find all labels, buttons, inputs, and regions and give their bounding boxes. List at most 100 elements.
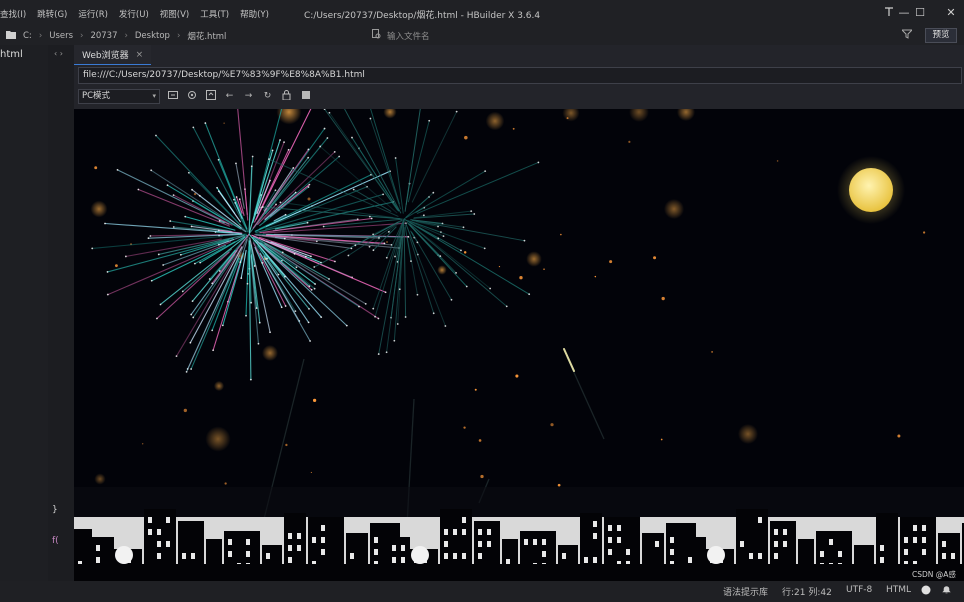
bokeh-light bbox=[383, 109, 397, 119]
spark-tip bbox=[358, 305, 360, 308]
building-window bbox=[350, 553, 354, 559]
status-position[interactable]: 行:21 列:42 bbox=[782, 585, 832, 598]
status-language[interactable]: HTML bbox=[886, 585, 911, 595]
url-input[interactable]: file:///C:/Users/20737/Desktop/%E7%83%9F… bbox=[78, 67, 962, 84]
spark-tip bbox=[537, 161, 540, 164]
maximize-button[interactable]: ☐ bbox=[913, 6, 927, 20]
code-fragment: f( bbox=[52, 536, 59, 546]
back-icon[interactable]: ← bbox=[223, 90, 236, 103]
menu-find[interactable]: 查找(I) bbox=[0, 8, 26, 20]
spark-tip bbox=[192, 126, 195, 129]
status-indicator-icon[interactable] bbox=[921, 585, 931, 598]
refresh-icon[interactable]: ↻ bbox=[261, 90, 274, 103]
building-window bbox=[783, 541, 787, 547]
ember bbox=[661, 296, 665, 301]
spark-tip bbox=[439, 255, 442, 258]
building-window bbox=[374, 537, 378, 543]
bokeh-light bbox=[262, 345, 278, 361]
lock-icon[interactable] bbox=[280, 90, 293, 103]
building-window bbox=[608, 525, 612, 531]
tab-web-browser[interactable]: Web浏览器 × bbox=[74, 45, 152, 65]
building-window bbox=[942, 541, 946, 547]
spark-tip bbox=[261, 206, 264, 208]
building-window bbox=[904, 549, 908, 555]
ember bbox=[711, 350, 714, 353]
firework-spark bbox=[253, 236, 360, 308]
building-window bbox=[182, 553, 186, 559]
breadcrumb-item[interactable]: Users bbox=[49, 31, 73, 41]
menu-view[interactable]: 视图(V) bbox=[160, 8, 189, 20]
menu-run[interactable]: 运行(R) bbox=[78, 8, 108, 20]
spark-tip bbox=[187, 171, 190, 174]
explorer-file-item[interactable]: html bbox=[0, 49, 23, 60]
spark-tip bbox=[192, 316, 195, 319]
spark-tip bbox=[368, 245, 371, 248]
spark-tip bbox=[293, 252, 296, 255]
menu-publish[interactable]: 发行(U) bbox=[119, 8, 149, 20]
filter-icon[interactable] bbox=[900, 29, 914, 42]
preview-button[interactable]: 预览 bbox=[925, 28, 957, 43]
spark-tip bbox=[455, 271, 457, 274]
building-window bbox=[593, 533, 597, 539]
status-hint[interactable]: 语法提示库 bbox=[723, 585, 768, 598]
building-window bbox=[297, 533, 301, 539]
spark-tip bbox=[91, 247, 94, 250]
breadcrumb-item[interactable]: C: bbox=[23, 31, 32, 41]
spark-tip bbox=[116, 168, 119, 171]
spark-tip bbox=[370, 217, 373, 220]
menu-goto[interactable]: 跳转(G) bbox=[37, 8, 67, 20]
menu-help[interactable]: 帮助(Y) bbox=[240, 8, 269, 20]
spark-tip bbox=[155, 134, 157, 137]
file-search[interactable]: 输入文件名 bbox=[372, 29, 430, 42]
spark-tip bbox=[328, 111, 331, 114]
fullscreen-icon[interactable] bbox=[299, 90, 312, 103]
ember bbox=[515, 374, 519, 378]
spark-tip bbox=[211, 282, 214, 285]
spark-tip bbox=[422, 214, 425, 217]
firework-spark bbox=[411, 220, 525, 242]
ember bbox=[609, 260, 613, 264]
building-window bbox=[444, 529, 448, 535]
spark-tip bbox=[150, 279, 153, 282]
building-window bbox=[96, 557, 100, 563]
spark-tip bbox=[287, 148, 290, 151]
screenshot-icon[interactable] bbox=[166, 90, 179, 103]
spark-tip bbox=[279, 139, 281, 141]
building-window bbox=[374, 549, 378, 555]
chevron-right-icon: › bbox=[176, 31, 181, 41]
devtools-icon[interactable] bbox=[204, 90, 217, 103]
breadcrumb-item[interactable]: 20737 bbox=[90, 31, 117, 41]
spark-tip bbox=[190, 368, 193, 370]
folder-icon[interactable] bbox=[6, 30, 16, 42]
ember bbox=[660, 438, 663, 441]
close-button[interactable]: ✕ bbox=[944, 6, 958, 20]
menu-tools[interactable]: 工具(T) bbox=[200, 8, 229, 20]
ember bbox=[312, 398, 317, 402]
dome bbox=[115, 546, 133, 564]
spark-tip bbox=[199, 261, 202, 264]
building-window bbox=[913, 525, 917, 531]
spark-tip bbox=[394, 157, 397, 159]
minimize-button[interactable]: — bbox=[897, 6, 911, 20]
spark-tip bbox=[322, 225, 325, 228]
browser-controls: PC模式 ▾ ← → ↻ bbox=[78, 88, 312, 105]
building-window bbox=[542, 551, 546, 557]
dome bbox=[707, 546, 725, 564]
spark-tip bbox=[307, 321, 310, 324]
firework-spark bbox=[417, 192, 434, 207]
forward-icon[interactable]: → bbox=[242, 90, 255, 103]
breadcrumb-item[interactable]: 烟花.html bbox=[187, 30, 226, 42]
settings-icon[interactable] bbox=[185, 90, 198, 103]
building-window bbox=[246, 539, 250, 545]
pin-icon[interactable] bbox=[882, 6, 896, 20]
tab-scroll-arrows[interactable]: ‹ › bbox=[54, 49, 63, 58]
spark-tip bbox=[310, 288, 313, 291]
status-encoding[interactable]: UTF-8 bbox=[846, 585, 872, 595]
mode-select[interactable]: PC模式 ▾ bbox=[78, 89, 160, 104]
ember bbox=[141, 443, 144, 445]
spark-tip bbox=[369, 117, 372, 120]
breadcrumb-item[interactable]: Desktop bbox=[135, 31, 170, 41]
spark-tip bbox=[372, 249, 375, 252]
bell-icon[interactable] bbox=[942, 585, 951, 598]
close-tab-icon[interactable]: × bbox=[136, 50, 144, 60]
